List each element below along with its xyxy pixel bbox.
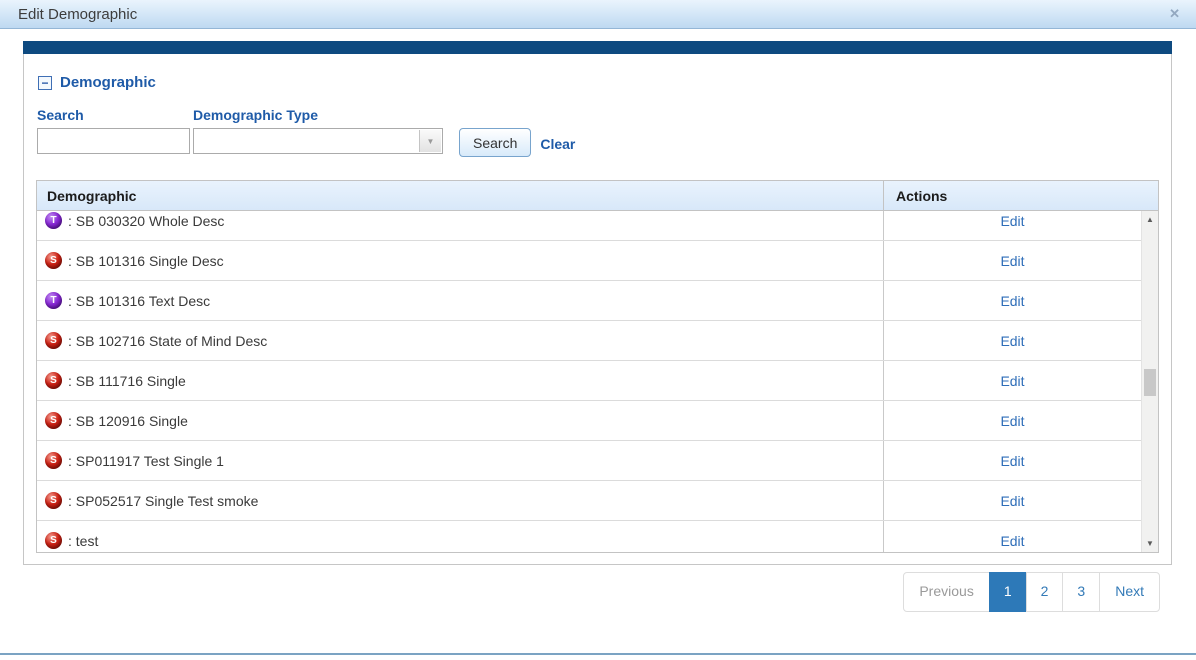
section-header: − Demographic bbox=[38, 74, 1159, 91]
demographic-label: : SB 120916 Single bbox=[68, 413, 188, 429]
demographic-cell: S : SP011917 Test Single 1 bbox=[37, 441, 883, 480]
pagination-container: Previous 123 Next bbox=[23, 572, 1172, 612]
table-row: S : SP011917 Test Single 1 Edit bbox=[37, 441, 1158, 481]
next-page-button[interactable]: Next bbox=[1099, 572, 1160, 612]
collapse-icon[interactable]: − bbox=[38, 76, 52, 90]
demographic-cell: S : test bbox=[37, 521, 883, 552]
demographic-label: : SB 030320 Whole Desc bbox=[68, 213, 224, 229]
edit-link[interactable]: Edit bbox=[1000, 533, 1024, 549]
column-header-actions: Actions bbox=[883, 181, 1158, 210]
table-rows: T : SB 030320 Whole Desc Edit S : SB 101316 … bbox=[37, 211, 1158, 552]
actions-cell: Edit bbox=[883, 281, 1158, 320]
actions-cell: Edit bbox=[883, 321, 1158, 360]
demographic-type-select[interactable]: ▼ bbox=[193, 128, 443, 154]
scroll-down-icon[interactable]: ▼ bbox=[1142, 535, 1158, 552]
panel-body: − Demographic Search Demographic Type ▼ … bbox=[23, 54, 1172, 565]
dialog-titlebar: Edit Demographic ✕ bbox=[0, 0, 1196, 29]
actions-cell: Edit bbox=[883, 241, 1158, 280]
chevron-down-icon[interactable]: ▼ bbox=[419, 130, 441, 152]
text-type-icon: T bbox=[45, 212, 62, 229]
edit-link[interactable]: Edit bbox=[1000, 253, 1024, 269]
single-type-icon: S bbox=[45, 452, 62, 469]
demographic-label: : SP011917 Test Single 1 bbox=[68, 453, 224, 469]
demographic-cell: S : SB 111716 Single bbox=[37, 361, 883, 400]
text-type-icon: T bbox=[45, 292, 62, 309]
scrollbar[interactable]: ▲ ▼ bbox=[1141, 211, 1158, 552]
single-type-icon: S bbox=[45, 532, 62, 549]
table-row: S : SB 120916 Single Edit bbox=[37, 401, 1158, 441]
page-button-2[interactable]: 2 bbox=[1026, 572, 1064, 612]
demographic-cell: S : SB 101316 Single Desc bbox=[37, 241, 883, 280]
scroll-thumb[interactable] bbox=[1144, 369, 1156, 396]
actions-cell: Edit bbox=[883, 211, 1158, 240]
edit-link[interactable]: Edit bbox=[1000, 453, 1024, 469]
section-label: Demographic bbox=[60, 74, 156, 91]
demographic-label: : SB 101316 Single Desc bbox=[68, 253, 224, 269]
demographic-cell: S : SB 102716 State of Mind Desc bbox=[37, 321, 883, 360]
pagination: Previous 123 Next bbox=[903, 572, 1160, 612]
close-icon[interactable]: ✕ bbox=[1169, 6, 1180, 22]
edit-link[interactable]: Edit bbox=[1000, 493, 1024, 509]
demographic-table: Demographic Actions T : SB 030320 Whole D… bbox=[36, 180, 1159, 553]
table-row: T : SB 030320 Whole Desc Edit bbox=[37, 211, 1158, 241]
edit-link[interactable]: Edit bbox=[1000, 413, 1024, 429]
demographic-cell: S : SP052517 Single Test smoke bbox=[37, 481, 883, 520]
demographic-cell: T : SB 030320 Whole Desc bbox=[37, 211, 883, 240]
table-body-viewport: T : SB 030320 Whole Desc Edit S : SB 101316 … bbox=[37, 211, 1158, 552]
edit-link[interactable]: Edit bbox=[1000, 213, 1024, 229]
table-row: T : SB 101316 Text Desc Edit bbox=[37, 281, 1158, 321]
table-row: S : SB 102716 State of Mind Desc Edit bbox=[37, 321, 1158, 361]
actions-cell: Edit bbox=[883, 481, 1158, 520]
actions-cell: Edit bbox=[883, 401, 1158, 440]
edit-link[interactable]: Edit bbox=[1000, 293, 1024, 309]
demographic-type-label: Demographic Type bbox=[193, 107, 443, 123]
demographic-label: : SP052517 Single Test smoke bbox=[68, 493, 258, 509]
page-number-buttons: 123 bbox=[990, 572, 1100, 612]
demographic-cell: T : SB 101316 Text Desc bbox=[37, 281, 883, 320]
demographic-label: : SB 111716 Single bbox=[68, 373, 186, 389]
table-row: S : SB 111716 Single Edit bbox=[37, 361, 1158, 401]
single-type-icon: S bbox=[45, 332, 62, 349]
demographic-cell: S : SB 120916 Single bbox=[37, 401, 883, 440]
search-field-group: Search bbox=[37, 107, 190, 154]
page-button-1[interactable]: 1 bbox=[989, 572, 1027, 612]
table-row: S : test Edit bbox=[37, 521, 1158, 552]
search-input[interactable] bbox=[37, 128, 190, 154]
edit-link[interactable]: Edit bbox=[1000, 373, 1024, 389]
clear-link[interactable]: Clear bbox=[540, 136, 575, 152]
column-header-demographic: Demographic bbox=[37, 181, 883, 210]
actions-cell: Edit bbox=[883, 521, 1158, 552]
dialog-bottom-border bbox=[0, 653, 1196, 655]
demographic-panel: − Demographic Search Demographic Type ▼ … bbox=[23, 41, 1172, 565]
dialog-title: Edit Demographic bbox=[18, 6, 137, 23]
actions-cell: Edit bbox=[883, 441, 1158, 480]
scroll-up-icon[interactable]: ▲ bbox=[1142, 211, 1158, 228]
edit-demographic-dialog: Edit Demographic ✕ − Demographic Search … bbox=[0, 0, 1196, 612]
actions-cell: Edit bbox=[883, 361, 1158, 400]
page-button-3[interactable]: 3 bbox=[1062, 572, 1100, 612]
search-button[interactable]: Search bbox=[459, 128, 531, 157]
demographic-label: : SB 102716 State of Mind Desc bbox=[68, 333, 267, 349]
search-label: Search bbox=[37, 107, 190, 123]
demographic-label: : test bbox=[68, 533, 98, 549]
single-type-icon: S bbox=[45, 492, 62, 509]
table-row: S : SB 101316 Single Desc Edit bbox=[37, 241, 1158, 281]
demographic-label: : SB 101316 Text Desc bbox=[68, 293, 210, 309]
panel-header-bar bbox=[23, 41, 1172, 54]
type-field-group: Demographic Type ▼ bbox=[193, 107, 443, 154]
edit-link[interactable]: Edit bbox=[1000, 333, 1024, 349]
single-type-icon: S bbox=[45, 252, 62, 269]
single-type-icon: S bbox=[45, 412, 62, 429]
table-header: Demographic Actions bbox=[37, 181, 1158, 211]
previous-page-button[interactable]: Previous bbox=[903, 572, 989, 612]
table-row: S : SP052517 Single Test smoke Edit bbox=[37, 481, 1158, 521]
single-type-icon: S bbox=[45, 372, 62, 389]
filter-bar: Search Demographic Type ▼ Search Clear bbox=[37, 107, 1159, 154]
